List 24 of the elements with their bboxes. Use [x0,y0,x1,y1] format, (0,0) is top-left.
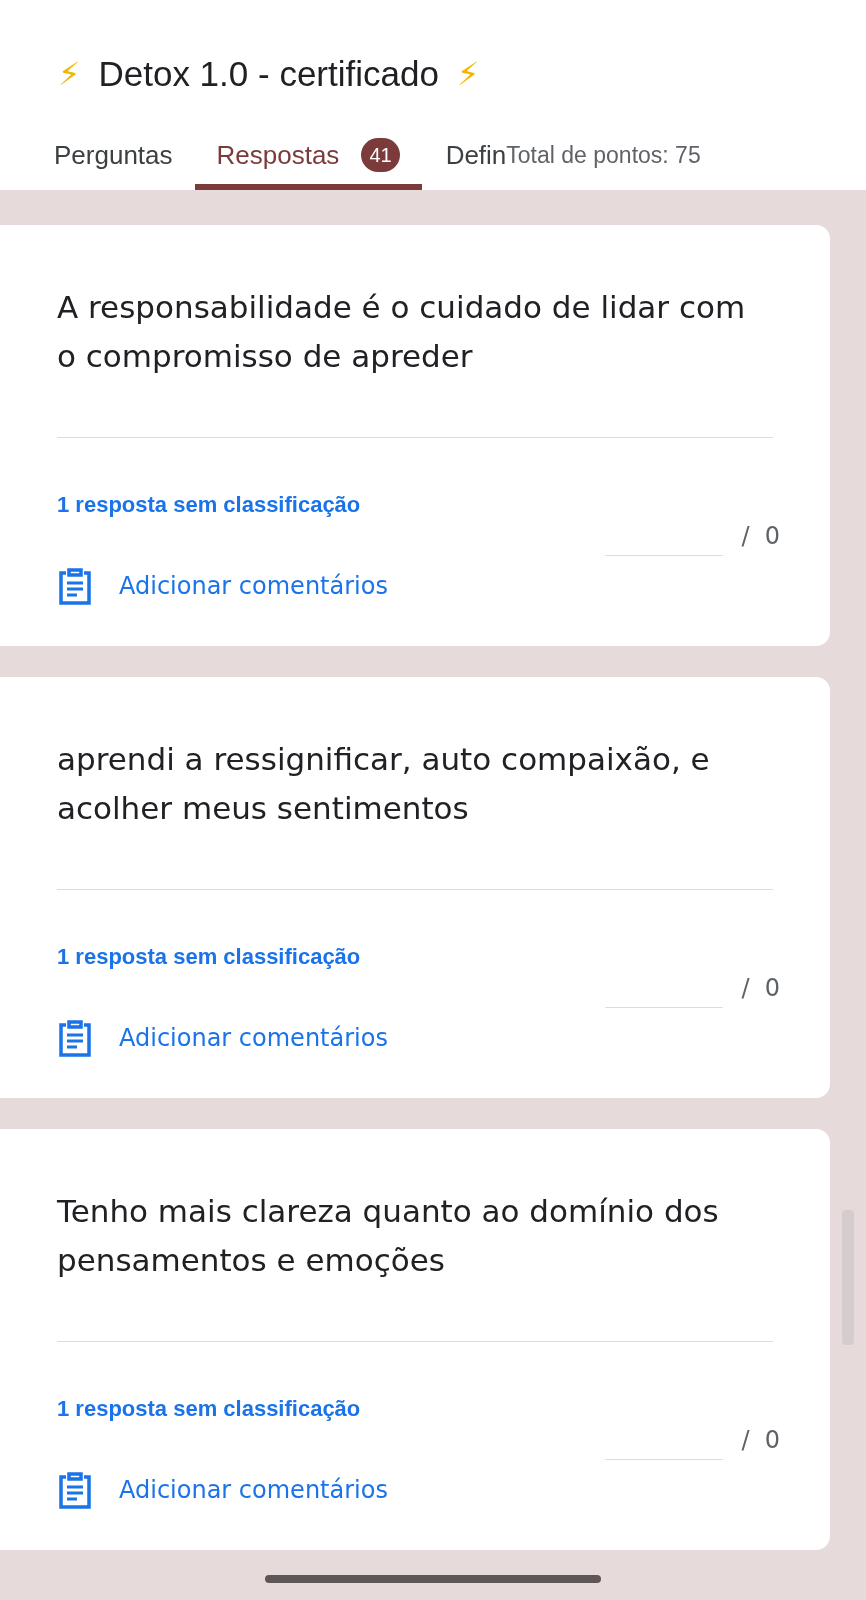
form-title: Detox 1.0 - certificado [98,53,439,95]
max-score-text: / 0 [741,973,780,1004]
answer-text: A responsabilidade é o cuidado de lidar com o compromisso de apreder [56,288,747,376]
notes-icon [57,1470,93,1510]
home-indicator[interactable] [265,1575,601,1583]
lightning-icon: ⚡ [58,50,81,99]
status-text: 1 resposta sem classificação [57,1395,361,1423]
notes-icon [57,566,93,606]
tab[interactable]: Defin [421,126,507,190]
notes-icon [57,1018,93,1058]
add-comments-button[interactable]: Adicionar comentários [57,1018,388,1058]
status-text: 1 resposta sem classificação [57,491,361,519]
max-score-text: / 0 [741,1425,780,1456]
status-text: 1 resposta sem classificação [57,943,361,971]
max-score-text: / 0 [741,521,780,552]
add-comments-button[interactable]: Adicionar comentários [57,1470,388,1510]
tab[interactable]: Respostas 41 [194,126,422,190]
answer-text: Tenho mais clareza quanto ao domínio dos pensamentos e emoções [56,1192,720,1280]
count-badge: 41 [361,138,400,172]
total-points-text: Total de pontos: 75 [506,140,701,170]
tab[interactable]: Perguntas [32,126,195,190]
add-comments-button[interactable]: Adicionar comentários [57,566,388,606]
lightning-icon: ⚡ [456,50,480,99]
answer-text: aprendi a ressignificar, auto compaixão, e acolher meus sentimentos [56,740,711,828]
